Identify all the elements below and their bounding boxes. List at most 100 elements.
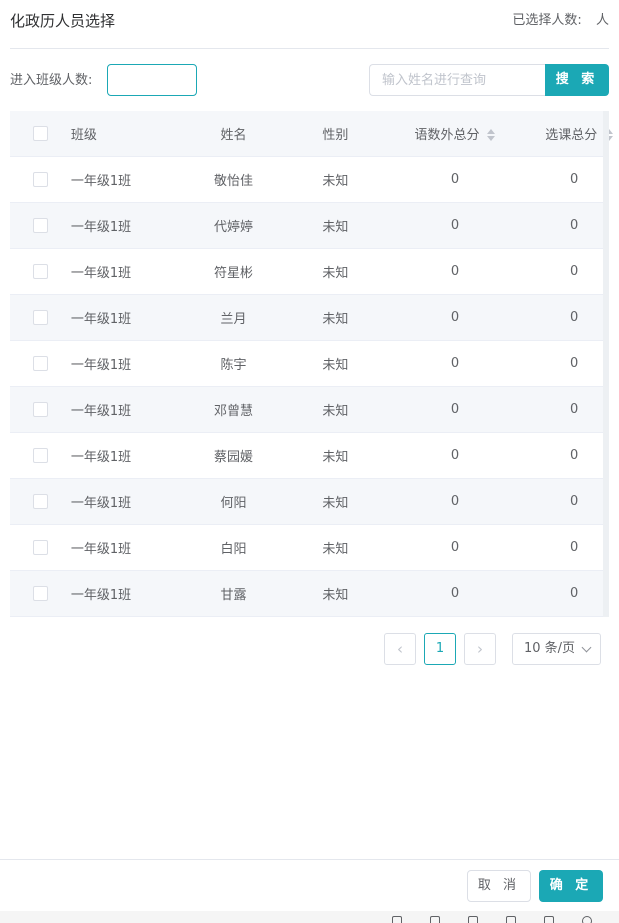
cancel-button[interactable]: 取 消 <box>467 870 531 902</box>
cell-main-total: 0 <box>364 248 546 295</box>
dialog-header: 化政历人员选择 已选择人数: 人 <box>0 0 619 48</box>
cell-gender: 未知 <box>305 386 365 433</box>
toolbar-icon[interactable] <box>468 916 480 923</box>
row-checkbox[interactable] <box>32 171 48 187</box>
chevron-left-icon: ‹ <box>397 640 403 658</box>
cell-main-total: 0 <box>364 294 546 341</box>
toolbar-icon[interactable] <box>392 916 404 923</box>
row-checkbox[interactable] <box>32 585 48 601</box>
cell-gender: 未知 <box>305 248 365 295</box>
page-size-select[interactable]: 10 条/页 <box>512 633 601 665</box>
cell-name: 何阳 <box>161 478 306 525</box>
cell-elective-total: 0 <box>545 432 603 479</box>
row-select-cell <box>10 340 71 387</box>
toolbar-icon[interactable] <box>582 916 594 923</box>
cell-elective-total: 0 <box>545 156 603 203</box>
prev-page-button[interactable]: ‹ <box>384 633 416 665</box>
table-row[interactable]: 一年级1班 邓曾慧 未知 0 0 <box>10 386 603 433</box>
class-count-input[interactable] <box>107 64 197 96</box>
table-scrollbar[interactable] <box>603 111 609 617</box>
cell-gender: 未知 <box>305 340 365 387</box>
cell-name: 代婷婷 <box>161 202 306 249</box>
search-input[interactable] <box>369 64 546 96</box>
column-header-main-total[interactable]: 语数外总分 <box>364 111 546 157</box>
row-checkbox[interactable] <box>32 309 48 325</box>
cell-gender: 未知 <box>305 478 365 525</box>
toolbar-icon[interactable] <box>506 916 518 923</box>
column-header-main-total-label: 语数外总分 <box>414 127 480 143</box>
cell-elective-total: 0 <box>545 248 603 295</box>
cell-main-total: 0 <box>364 386 546 433</box>
cell-class: 一年级1班 <box>70 432 162 479</box>
selected-count-indicator: 已选择人数: 人 <box>512 11 609 31</box>
cell-name: 符星彬 <box>161 248 306 295</box>
student-table: 班级 姓名 性别 语数外总分 选课总分 一年级1班 敬怡佳 未知 0 0 一年级1班 代婷婷… <box>10 111 614 617</box>
cell-name: 甘露 <box>161 570 306 617</box>
cell-class: 一年级1班 <box>70 156 162 203</box>
table-row[interactable]: 一年级1班 兰月 未知 0 0 <box>10 294 603 341</box>
column-header-class: 班级 <box>70 111 162 157</box>
cell-name: 敬怡佳 <box>161 156 306 203</box>
cell-gender: 未知 <box>305 202 365 249</box>
footer-divider <box>0 859 619 860</box>
row-select-cell <box>10 386 71 433</box>
page-title: 化政历人员选择 <box>10 12 116 30</box>
table-row[interactable]: 一年级1班 白阳 未知 0 0 <box>10 524 603 571</box>
cell-class: 一年级1班 <box>70 386 162 433</box>
cell-class: 一年级1班 <box>70 570 162 617</box>
chevron-right-icon: › <box>477 640 483 658</box>
cell-main-total: 0 <box>364 340 546 387</box>
row-select-cell <box>10 432 71 479</box>
table-row[interactable]: 一年级1班 蔡园媛 未知 0 0 <box>10 432 603 479</box>
cell-class: 一年级1班 <box>70 248 162 295</box>
row-checkbox[interactable] <box>32 263 48 279</box>
row-select-cell <box>10 524 71 571</box>
cell-elective-total: 0 <box>545 202 603 249</box>
cell-main-total: 0 <box>364 432 546 479</box>
table-row[interactable]: 一年级1班 符星彬 未知 0 0 <box>10 248 603 295</box>
cell-main-total: 0 <box>364 202 546 249</box>
cell-elective-total: 0 <box>545 294 603 341</box>
confirm-button[interactable]: 确 定 <box>539 870 603 902</box>
sort-icon[interactable] <box>487 128 496 142</box>
column-header-elective-total[interactable]: 选课总分 <box>545 111 614 157</box>
row-checkbox[interactable] <box>32 217 48 233</box>
row-select-cell <box>10 478 71 525</box>
cell-elective-total: 0 <box>545 524 603 571</box>
table-row[interactable]: 一年级1班 敬怡佳 未知 0 0 <box>10 156 603 203</box>
row-checkbox[interactable] <box>32 355 48 371</box>
cell-gender: 未知 <box>305 524 365 571</box>
column-header-gender: 性别 <box>305 111 365 157</box>
selected-count-label: 已选择人数: <box>512 13 582 28</box>
cell-main-total: 0 <box>364 570 546 617</box>
column-header-name: 姓名 <box>161 111 306 157</box>
toolbar-icon[interactable] <box>544 916 556 923</box>
toolbar-icon[interactable] <box>430 916 442 923</box>
row-checkbox[interactable] <box>32 401 48 417</box>
table-header-row: 班级 姓名 性别 语数外总分 选课总分 <box>10 111 614 157</box>
row-select-cell <box>10 248 71 295</box>
row-select-cell <box>10 202 71 249</box>
table-row[interactable]: 一年级1班 代婷婷 未知 0 0 <box>10 202 603 249</box>
select-all-checkbox[interactable] <box>32 125 48 141</box>
table-row[interactable]: 一年级1班 陈宇 未知 0 0 <box>10 340 603 387</box>
page-number-button[interactable]: 1 <box>424 633 456 665</box>
cell-gender: 未知 <box>305 432 365 479</box>
cell-elective-total: 0 <box>545 478 603 525</box>
cell-class: 一年级1班 <box>70 524 162 571</box>
row-select-cell <box>10 294 71 341</box>
table-row[interactable]: 一年级1班 何阳 未知 0 0 <box>10 478 603 525</box>
search-button[interactable]: 搜 索 <box>545 64 609 96</box>
cell-elective-total: 0 <box>545 570 603 617</box>
bottom-toolbar <box>0 911 619 923</box>
row-checkbox[interactable] <box>32 539 48 555</box>
column-header-elective-total-label: 选课总分 <box>545 127 598 143</box>
table-row[interactable]: 一年级1班 甘露 未知 0 0 <box>10 570 603 617</box>
next-page-button[interactable]: › <box>464 633 496 665</box>
row-select-cell <box>10 570 71 617</box>
cell-main-total: 0 <box>364 524 546 571</box>
selected-count-unit: 人 <box>595 13 609 28</box>
cell-elective-total: 0 <box>545 340 603 387</box>
row-checkbox[interactable] <box>32 493 48 509</box>
row-checkbox[interactable] <box>32 447 48 463</box>
